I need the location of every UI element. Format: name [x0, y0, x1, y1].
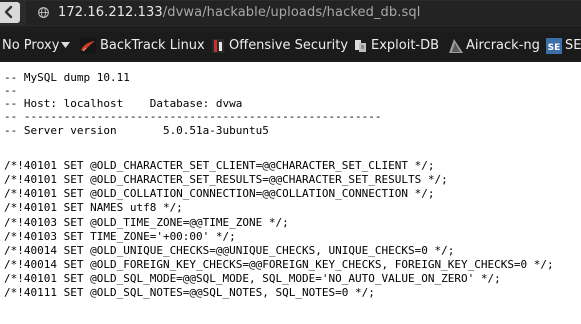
url-host: 172.16.212.133 — [58, 5, 163, 20]
sql-line: /*!40014 SET @OLD_FOREIGN_KEY_CHECKS=@@F… — [4, 258, 554, 271]
address-bar[interactable]: 172.16.212.133/dvwa/hackable/uploads/hac… — [26, 1, 581, 25]
navigation-bar: 172.16.212.133/dvwa/hackable/uploads/hac… — [0, 0, 581, 26]
offensive-security-icon — [212, 39, 224, 53]
bookmark-label: Aircrack-ng — [466, 38, 540, 53]
sql-line: /*!40014 SET @OLD_UNIQUE_CHECKS=@@UNIQUE… — [4, 244, 455, 257]
bookmark-label: Exploit-DB — [371, 38, 440, 53]
document-viewer: -- MySQL dump 10.11 -- -- Host: localhos… — [0, 62, 581, 324]
sql-line: /*!40101 SET @OLD_CHARACTER_SET_CLIENT=@… — [4, 159, 435, 172]
bookmarks-toolbar: No Proxy BackTrack Linux Offensive Secur… — [0, 32, 581, 60]
bookmark-no-proxy[interactable]: No Proxy — [2, 37, 72, 55]
url-text: 172.16.212.133/dvwa/hackable/uploads/hac… — [58, 5, 420, 20]
svg-text:SE: SE — [548, 43, 561, 53]
exploit-db-icon — [355, 40, 366, 52]
browser-chrome: 172.16.212.133/dvwa/hackable/uploads/hac… — [0, 0, 581, 62]
se-icon: SE — [546, 38, 562, 54]
aircrack-icon — [449, 39, 463, 53]
bookmark-se[interactable]: SE SE — [546, 37, 581, 55]
bookmark-aircrack-ng[interactable]: Aircrack-ng — [448, 37, 548, 55]
sql-line: -- MySQL dump 10.11 — [4, 71, 130, 84]
sql-line: -- -------------------------------------… — [4, 110, 382, 123]
sql-line: /*!40101 SET @OLD_COLLATION_CONNECTION=@… — [4, 187, 435, 200]
sql-line: /*!40101 SET @OLD_CHARACTER_SET_RESULTS=… — [4, 173, 448, 186]
sql-line: /*!40103 SET TIME_ZONE='+00:00' */; — [4, 230, 236, 243]
dropdown-arrow-icon — [61, 42, 70, 48]
sql-line: -- — [4, 84, 18, 97]
bookmark-label: BackTrack Linux — [100, 38, 205, 53]
sql-line: /*!40101 SET @OLD_SQL_MODE=@@SQL_MODE, S… — [4, 272, 501, 285]
globe-icon — [38, 7, 49, 18]
bookmark-label: Offensive Security — [229, 38, 349, 53]
sql-line: -- Server version 5.0.51a-3ubuntu5 — [4, 124, 269, 137]
sql-line: -- Host: localhost Database: dvwa — [4, 97, 243, 110]
back-arrow-icon — [4, 5, 13, 19]
url-path: /dvwa/hackable/uploads/hacked_db.sql — [162, 5, 421, 20]
bookmark-offensive-security[interactable]: Offensive Security — [210, 37, 348, 55]
bookmark-label: SE — [565, 38, 581, 53]
sql-line: /*!40111 SET @OLD_SQL_NOTES=@@SQL_NOTES,… — [4, 286, 375, 299]
sql-line: /*!40103 SET @OLD_TIME_ZONE=@@TIME_ZONE … — [4, 216, 289, 229]
bookmark-exploit-db[interactable]: Exploit-DB — [353, 37, 441, 55]
back-button[interactable] — [0, 2, 20, 23]
backtrack-dragon-icon — [80, 38, 96, 54]
bookmark-backtrack-linux[interactable]: BackTrack Linux — [80, 37, 205, 55]
bookmark-label: No Proxy — [2, 38, 60, 53]
sql-line: /*!40101 SET NAMES utf8 */; — [4, 201, 183, 214]
